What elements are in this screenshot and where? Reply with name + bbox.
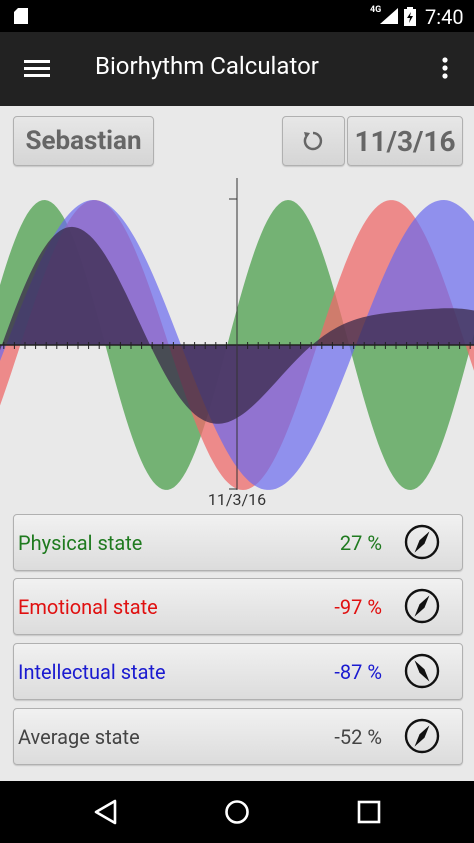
- physical-state-value: 27 %: [339, 531, 382, 555]
- physical-state-label: Physical state: [18, 531, 143, 555]
- physical-state-row[interactable]: Physical state 27 %: [13, 514, 463, 571]
- compass-icon[interactable]: [404, 524, 440, 560]
- biorhythm-chart[interactable]: [0, 178, 474, 508]
- date-label: 11/3/16: [354, 125, 456, 158]
- average-state-row[interactable]: Average state -52 %: [13, 708, 463, 765]
- home-icon: [225, 800, 249, 824]
- clock: 7:40: [425, 5, 464, 29]
- recents-icon: [357, 800, 381, 824]
- refresh-icon: [303, 131, 323, 151]
- name-button[interactable]: Sebastian: [13, 116, 154, 166]
- compass-icon[interactable]: [404, 653, 440, 689]
- back-icon: [94, 799, 117, 825]
- sd-card-icon: [14, 8, 28, 24]
- hamburger-icon: [24, 60, 50, 77]
- recents-button[interactable]: [349, 795, 389, 829]
- emotional-state-row[interactable]: Emotional state -97 %: [13, 578, 463, 635]
- signal-icon: [380, 8, 398, 24]
- intellectual-state-value: -87 %: [334, 660, 382, 684]
- name-label: Sebastian: [25, 126, 142, 156]
- navigation-bar: [0, 781, 474, 843]
- chart-date-label: 11/3/16: [207, 490, 267, 509]
- more-options-button[interactable]: [428, 48, 462, 90]
- date-button[interactable]: 11/3/16: [347, 116, 463, 166]
- refresh-button[interactable]: [282, 116, 345, 166]
- menu-button[interactable]: [14, 48, 60, 90]
- overflow-menu-icon: [442, 57, 448, 79]
- emotional-state-value: -97 %: [334, 595, 382, 619]
- app-bar: Biorhythm Calculator: [0, 32, 474, 106]
- battery-icon: [404, 7, 416, 26]
- back-button[interactable]: [86, 795, 126, 829]
- status-bar: 4G 7:40: [0, 0, 474, 32]
- compass-icon[interactable]: [404, 718, 440, 754]
- app-title: Biorhythm Calculator: [95, 52, 319, 80]
- average-state-label: Average state: [18, 725, 140, 749]
- average-state-value: -52 %: [334, 725, 382, 749]
- intellectual-state-row[interactable]: Intellectual state -87 %: [13, 643, 463, 700]
- home-button[interactable]: [217, 795, 257, 829]
- compass-icon[interactable]: [404, 588, 440, 624]
- emotional-state-label: Emotional state: [18, 595, 158, 619]
- intellectual-state-label: Intellectual state: [18, 660, 166, 684]
